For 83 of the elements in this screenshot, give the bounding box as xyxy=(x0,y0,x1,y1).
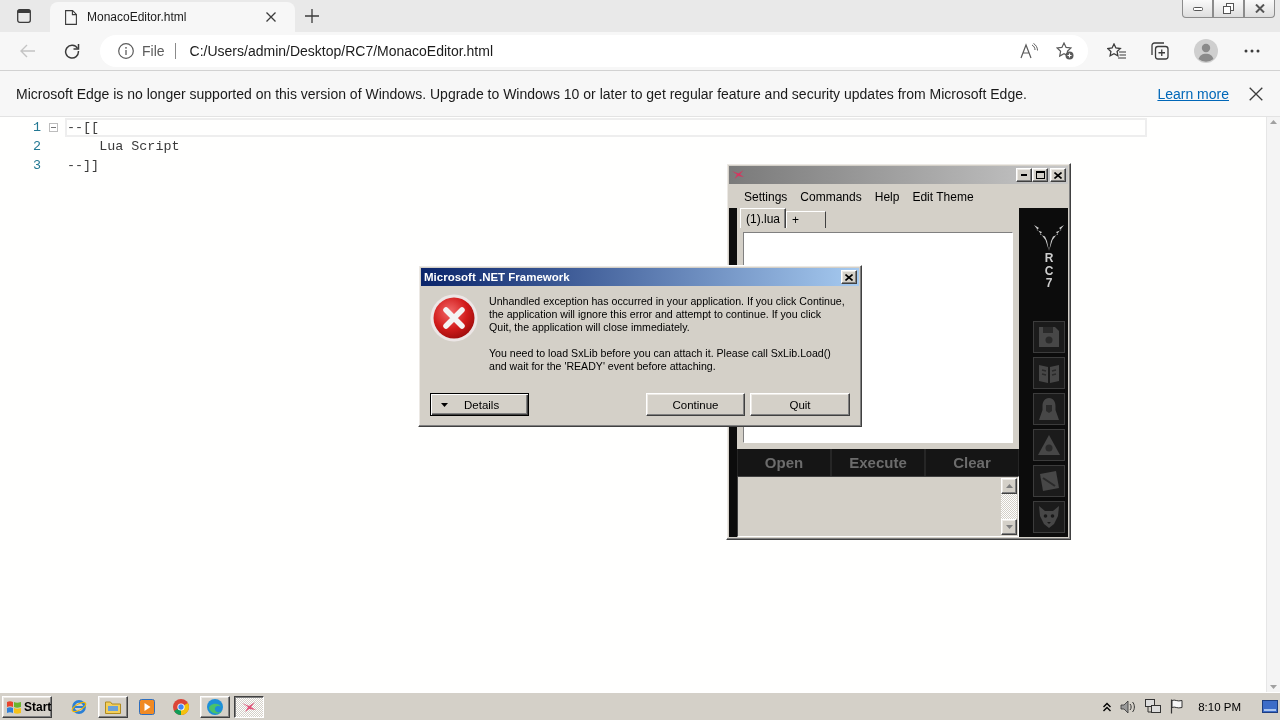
chevron-up-icon xyxy=(1103,701,1112,712)
show-desktop-icon xyxy=(1262,700,1278,713)
triangle-icon xyxy=(1038,434,1060,455)
network-icon xyxy=(1145,699,1162,714)
globe-icon xyxy=(71,698,87,715)
bird-icon xyxy=(732,170,746,180)
minimize-icon xyxy=(1192,6,1203,11)
line-number: 2 xyxy=(32,138,41,156)
close-icon xyxy=(1249,86,1263,101)
code-text: Lua Script xyxy=(98,138,181,156)
close-icon xyxy=(266,12,276,22)
close-icon xyxy=(1254,4,1265,13)
details-button[interactable]: Details xyxy=(430,393,529,416)
star-list-icon xyxy=(1106,43,1126,59)
clock-text: 8:10 PM xyxy=(1198,700,1241,713)
plus-icon xyxy=(305,9,319,23)
windows-flag-icon xyxy=(6,699,22,714)
line-number: 1 xyxy=(32,119,41,137)
star-plus-icon xyxy=(1056,42,1074,60)
line-number: 3 xyxy=(32,157,41,175)
menu-item[interactable]: Settings xyxy=(744,189,788,204)
error-message: You need to load SxLib before you can attach it. Please call SxLib.Load() and wait for the 'READY' event before attaching. xyxy=(489,347,832,373)
folder-icon xyxy=(105,699,121,714)
script-tab[interactable]: (1).lua xyxy=(740,208,786,228)
caret-down-icon xyxy=(441,402,448,407)
url-text: C:/Users/admin/Desktop/RC7/MonacoEditor.html xyxy=(189,43,493,59)
error-message: Unhandled exception has occurred in your application. If you click Continue, the application will ignore this error and attempt to continue. If you click Quit, the application will close immediately. xyxy=(489,295,845,334)
arrow-left-icon xyxy=(20,44,36,58)
scroll-down-button[interactable] xyxy=(1001,519,1017,535)
output-scrollbar[interactable] xyxy=(1001,478,1017,535)
scroll-up-button[interactable] xyxy=(1001,478,1017,494)
swirl-icon xyxy=(207,698,223,715)
tricolor-circle-icon xyxy=(173,698,189,715)
hooded-figure-icon xyxy=(1039,397,1059,420)
restore-button[interactable] xyxy=(1213,0,1244,18)
error-icon xyxy=(430,294,478,342)
browser-tab[interactable]: MonacoEditor.html xyxy=(50,2,295,32)
down-arrow-icon xyxy=(1270,685,1277,689)
output-field[interactable] xyxy=(737,476,1019,537)
logo-text: RC7 xyxy=(1043,252,1055,290)
down-arrow-icon xyxy=(1005,525,1013,529)
dialog-button[interactable]: Quit xyxy=(750,393,850,416)
play-icon xyxy=(139,698,155,715)
code-text: --[[ xyxy=(65,118,1147,137)
menu-item[interactable]: Edit Theme xyxy=(912,189,974,204)
code-text: --]] xyxy=(66,157,101,175)
speaker-icon xyxy=(1120,699,1137,714)
animal-head-icon xyxy=(1038,505,1060,528)
close-window-button[interactable] xyxy=(1244,0,1275,18)
menu-item[interactable]: Commands xyxy=(800,189,862,204)
taskbar-button[interactable] xyxy=(234,695,264,718)
close-icon xyxy=(1054,171,1062,179)
flag-icon xyxy=(1170,699,1185,714)
up-arrow-icon xyxy=(1270,120,1277,124)
info-message: Microsoft Edge is no longer supported on this version of Windows. Upgrade to Windows 10 or later to get regular feature and security updates from Microsoft Edge. xyxy=(16,85,1027,102)
minimize-icon xyxy=(1021,174,1027,176)
restore-icon xyxy=(1223,3,1234,14)
learn-more-link[interactable]: Learn more xyxy=(1157,85,1229,102)
start-button[interactable]: Start xyxy=(2,695,52,718)
menu-item[interactable]: Help xyxy=(874,189,900,204)
address-bar[interactable]: File C:/Users/admin/Desktop/RC7/MonacoEditor.html xyxy=(100,35,1088,67)
wings-icon xyxy=(1033,225,1065,251)
dialog-close-button[interactable] xyxy=(841,270,857,284)
page-icon xyxy=(65,9,77,25)
up-arrow-icon xyxy=(1005,484,1013,488)
script-tab[interactable]: + xyxy=(786,211,826,228)
site-info-button[interactable]: File xyxy=(118,43,165,59)
avatar-icon xyxy=(1194,39,1218,63)
info-icon xyxy=(118,43,134,59)
dialog-title: Microsoft .NET Framework xyxy=(424,271,570,283)
maximize-icon xyxy=(1035,171,1045,179)
window-icon xyxy=(17,9,31,23)
collections-icon xyxy=(1151,42,1169,60)
scrollbar[interactable] xyxy=(1266,117,1280,692)
maximize-button[interactable] xyxy=(1032,168,1048,182)
minimize-button[interactable] xyxy=(1182,0,1213,18)
more-icon xyxy=(1244,49,1260,53)
close-icon xyxy=(845,273,853,281)
refresh-icon xyxy=(64,43,80,59)
read-aloud-icon xyxy=(1020,43,1038,59)
dialog-button[interactable]: Continue xyxy=(646,393,745,416)
tile-icon xyxy=(1038,469,1060,492)
bird-icon xyxy=(241,700,257,713)
